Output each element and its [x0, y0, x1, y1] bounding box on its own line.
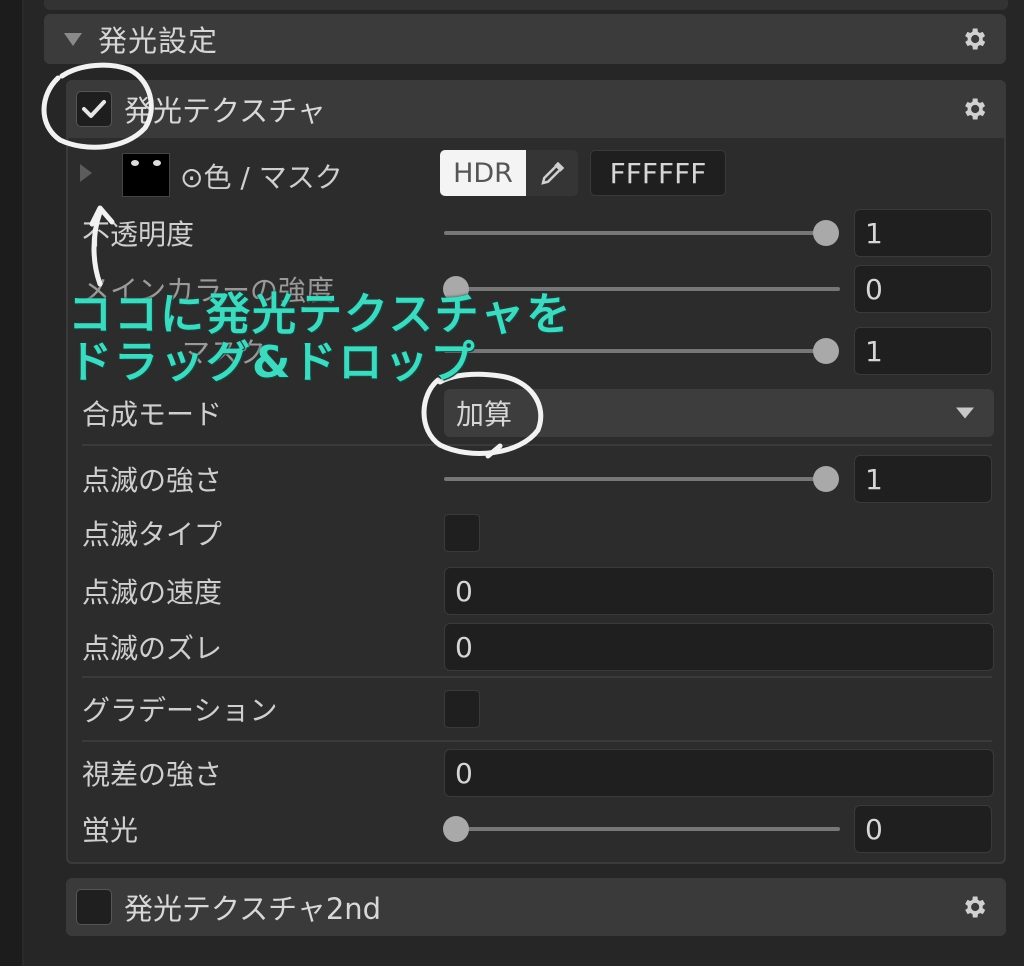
blink-type-row: 点滅タイプ — [82, 508, 994, 558]
section-header-emission[interactable]: 発光設定 — [44, 14, 1006, 64]
hdr-label: HDR — [440, 150, 526, 196]
main-color-strength-value-field[interactable]: 0 — [854, 265, 992, 313]
blink-strength-slider-knob[interactable] — [813, 466, 839, 492]
parallax-strength-field[interactable]: 0 — [444, 749, 994, 797]
expand-triangle-icon[interactable] — [80, 164, 92, 182]
fluorescence-slider-knob[interactable] — [443, 816, 469, 842]
gear-icon[interactable] — [960, 95, 988, 123]
fluorescence-label: 蛍光 — [82, 814, 139, 847]
previous-section-edge — [44, 0, 1008, 10]
fluorescence-row: 蛍光 0 — [82, 804, 994, 854]
blink-speed-label: 点滅の速度 — [82, 576, 223, 609]
texture-thumbnail-icon — [131, 160, 161, 166]
emission-texture-2nd-title: 発光テクスチャ2nd — [124, 892, 382, 926]
gear-icon[interactable] — [960, 25, 988, 53]
blink-type-checkbox[interactable] — [444, 514, 480, 552]
blink-offset-row: 点滅のズレ 0 — [82, 622, 994, 672]
blink-strength-value-field[interactable]: 1 — [854, 455, 992, 503]
eyedropper-icon[interactable] — [538, 158, 568, 188]
blend-mode-label: 合成モード — [82, 398, 223, 431]
emission-texture-checkbox[interactable] — [76, 91, 112, 127]
dropdown-arrow-icon — [956, 407, 974, 419]
divider — [82, 676, 992, 678]
opacity-slider-knob[interactable] — [813, 220, 839, 246]
blink-strength-label: 点滅の強さ — [82, 464, 223, 497]
texture-slot[interactable] — [122, 153, 170, 197]
fluorescence-slider-track[interactable] — [444, 827, 840, 831]
opacity-label: 不透明度 — [82, 218, 195, 251]
blink-speed-row: 点滅の速度 0 — [82, 566, 994, 616]
gradation-row: グラデーション — [82, 684, 994, 734]
divider — [82, 444, 992, 446]
opacity-value-field[interactable]: 1 — [854, 209, 992, 257]
annotation-line-2: ドラッグ&ドロップ — [68, 337, 477, 388]
gradation-label: グラデーション — [82, 694, 278, 727]
blink-offset-label: 点滅のズレ — [82, 632, 223, 665]
mask-slider-knob[interactable] — [813, 338, 839, 364]
blink-type-label: 点滅タイプ — [82, 518, 223, 551]
blend-mode-row: 合成モード 加算 — [82, 388, 994, 438]
mask-value-field[interactable]: 1 — [854, 327, 992, 375]
emission-texture-2nd-checkbox[interactable] — [76, 889, 112, 925]
parallax-strength-row: 視差の強さ 0 — [82, 748, 994, 798]
blend-mode-value: 加算 — [456, 398, 513, 431]
opacity-row: 不透明度 1 — [82, 208, 994, 258]
fluorescence-value-field[interactable]: 0 — [854, 805, 992, 853]
blink-strength-slider-track[interactable] — [444, 477, 826, 481]
color-mask-label: ⊙色 / マスク — [180, 161, 343, 194]
left-strip — [0, 0, 22, 966]
hdr-color-field[interactable]: HDR — [440, 150, 578, 196]
blink-strength-row: 点滅の強さ 1 — [82, 454, 994, 504]
parallax-strength-label: 視差の強さ — [82, 758, 223, 791]
emission-texture-2nd-header[interactable]: 発光テクスチャ2nd — [66, 878, 1006, 936]
divider — [82, 740, 992, 742]
mask-slider-track[interactable] — [444, 349, 826, 353]
gear-icon[interactable] — [960, 893, 988, 921]
checkmark-icon — [82, 100, 106, 118]
emission-texture-title: 発光テクスチャ — [124, 94, 326, 128]
gradation-checkbox[interactable] — [444, 690, 480, 728]
hex-color-field[interactable]: FFFFFF — [590, 150, 726, 196]
opacity-slider-track[interactable] — [444, 231, 826, 235]
blink-offset-field[interactable]: 0 — [444, 623, 994, 671]
blink-speed-field[interactable]: 0 — [444, 567, 994, 615]
emission-texture-header[interactable]: 発光テクスチャ — [66, 80, 1006, 138]
collapse-triangle-icon[interactable] — [64, 32, 82, 46]
blend-mode-dropdown[interactable]: 加算 — [444, 389, 994, 437]
section-title: 発光設定 — [98, 24, 219, 58]
